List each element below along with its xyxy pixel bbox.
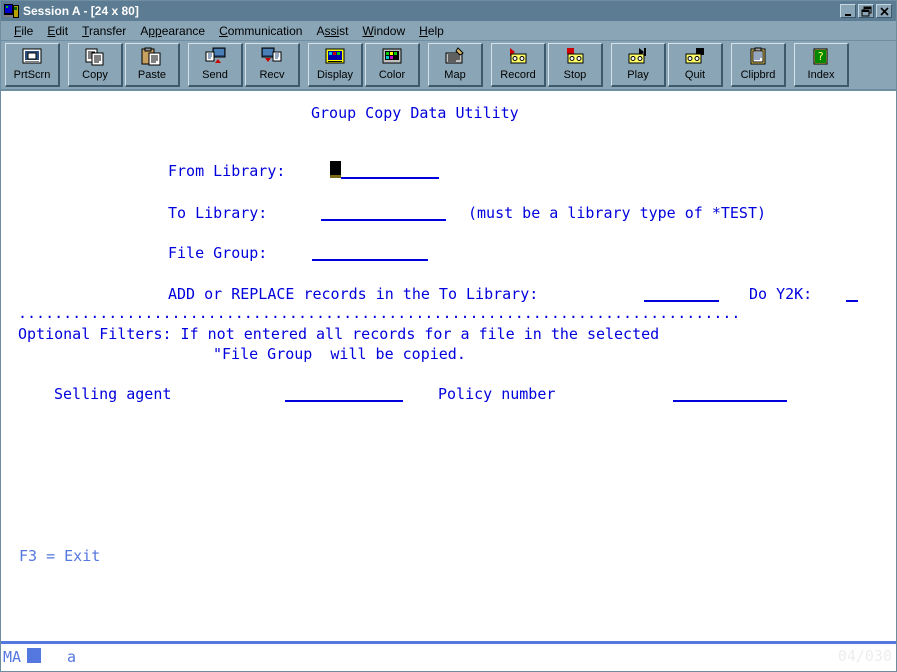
menu-bar: File Edit Transfer Appearance Communicat… bbox=[1, 21, 896, 41]
menu-item-transfer[interactable]: Transfer bbox=[75, 23, 133, 39]
display-setup-icon bbox=[324, 47, 346, 67]
policy-number-input[interactable] bbox=[673, 400, 787, 402]
separator-line: ........................................… bbox=[18, 304, 741, 322]
toolbar-button-index[interactable]: ? Index bbox=[794, 43, 849, 87]
toolbar-button-paste[interactable]: Paste bbox=[125, 43, 180, 87]
file-group-label: File Group: bbox=[168, 244, 268, 262]
toolbar-button-play[interactable]: Play bbox=[611, 43, 666, 87]
toolbar-label-copy: Copy bbox=[82, 69, 108, 81]
keyboard-map-icon bbox=[444, 47, 466, 67]
screen-title: Group Copy Data Utility bbox=[311, 104, 519, 122]
toolbar-button-recv[interactable]: Recv bbox=[245, 43, 300, 87]
window-controls bbox=[840, 4, 892, 18]
session-window: Session A - [24 x 80] File Edit Transfer… bbox=[0, 0, 897, 672]
add-replace-label: ADD or REPLACE records in the To Library… bbox=[168, 285, 539, 303]
print-screen-icon bbox=[21, 47, 43, 67]
terminal-grid: Group Copy Data Utility From Library: To… bbox=[1, 91, 896, 591]
toolbar-label-paste: Paste bbox=[137, 69, 167, 81]
toolbar-label-prtscrn: PrtScrn bbox=[13, 69, 51, 81]
toolbar-group-record: Record Stop bbox=[490, 43, 604, 87]
receive-file-icon bbox=[261, 47, 283, 67]
minimize-button[interactable] bbox=[840, 4, 856, 18]
status-mode-indicator: MA bbox=[3, 648, 22, 666]
toolbar-group-playback: Play Quit bbox=[610, 43, 724, 87]
toolbar-group-appearance: Display Color bbox=[307, 43, 421, 87]
session-icon bbox=[4, 3, 20, 19]
menu-item-window[interactable]: Window bbox=[355, 23, 412, 39]
status-input-indicator: a bbox=[67, 648, 77, 666]
toolbar-button-quit[interactable]: Quit bbox=[668, 43, 723, 87]
toolbar-button-send[interactable]: Send bbox=[188, 43, 243, 87]
menu-item-help[interactable]: Help bbox=[412, 23, 451, 39]
copy-icon bbox=[84, 47, 106, 67]
toolbar-label-map: Map bbox=[444, 69, 466, 81]
toolbar-group-print: PrtScrn bbox=[4, 43, 61, 87]
toolbar-label-quit: Quit bbox=[684, 69, 706, 81]
toolbar-label-record: Record bbox=[500, 69, 536, 81]
selling-agent-label: Selling agent bbox=[54, 385, 172, 403]
terminal-screen[interactable]: Group Copy Data Utility From Library: To… bbox=[1, 91, 896, 641]
function-key-hint: F3 = Exit bbox=[19, 547, 101, 565]
toolbar-group-map: Map bbox=[427, 43, 484, 87]
from-library-input[interactable] bbox=[341, 177, 439, 179]
quit-icon bbox=[684, 47, 706, 67]
menu-item-edit[interactable]: Edit bbox=[40, 23, 75, 39]
menu-item-communication[interactable]: Communication bbox=[212, 23, 309, 39]
index-help-icon: ? bbox=[810, 47, 832, 67]
toolbar-label-display: Display bbox=[316, 69, 354, 81]
toolbar-group-transfer: Send Recv bbox=[187, 43, 301, 87]
window-title: Session A - [24 x 80] bbox=[23, 4, 139, 18]
status-bar: MA a 04/030 bbox=[1, 641, 896, 671]
menu-item-appearance[interactable]: Appearance bbox=[133, 23, 212, 39]
toolbar-label-color: Color bbox=[378, 69, 406, 81]
toolbar-label-index: Index bbox=[807, 69, 835, 81]
to-library-note: (must be a library type of *TEST) bbox=[468, 204, 767, 222]
send-file-icon bbox=[204, 47, 226, 67]
toolbar-group-clipbrd: Clipbrd bbox=[730, 43, 787, 87]
y2k-label: Do Y2K: bbox=[749, 285, 813, 303]
menu-item-file[interactable]: File bbox=[7, 23, 40, 39]
toolbar-label-recv: Recv bbox=[259, 69, 285, 81]
toolbar: PrtScrn Copy Paste Send Recv Display Col… bbox=[1, 41, 896, 91]
play-icon bbox=[627, 47, 649, 67]
selling-agent-input[interactable] bbox=[285, 400, 403, 402]
toolbar-label-clipbrd: Clipbrd bbox=[740, 69, 776, 81]
clipboard-icon bbox=[747, 47, 769, 67]
toolbar-label-play: Play bbox=[627, 69, 649, 81]
record-icon bbox=[507, 47, 529, 67]
policy-number-label: Policy number bbox=[438, 385, 556, 403]
close-button[interactable] bbox=[876, 4, 892, 18]
color-setup-icon bbox=[381, 47, 403, 67]
toolbar-label-send: Send bbox=[202, 69, 228, 81]
toolbar-group-index: ? Index bbox=[793, 43, 850, 87]
toolbar-label-stop: Stop bbox=[563, 69, 587, 81]
toolbar-group-clipboard: Copy Paste bbox=[67, 43, 181, 87]
toolbar-button-color[interactable]: Color bbox=[365, 43, 420, 87]
terminal-cursor bbox=[330, 161, 341, 178]
file-group-input[interactable] bbox=[312, 259, 428, 261]
y2k-input[interactable] bbox=[846, 300, 858, 302]
toolbar-button-display[interactable]: Display bbox=[308, 43, 363, 87]
toolbar-button-map[interactable]: Map bbox=[428, 43, 483, 87]
toolbar-button-stop[interactable]: Stop bbox=[548, 43, 603, 87]
status-block-indicator bbox=[27, 648, 41, 663]
filters-line-1: Optional Filters: If not entered all rec… bbox=[18, 325, 660, 343]
cursor-position-indicator: 04/030 bbox=[837, 647, 892, 665]
add-replace-input[interactable] bbox=[644, 300, 719, 302]
toolbar-button-prtscrn[interactable]: PrtScrn bbox=[5, 43, 60, 87]
from-library-label: From Library: bbox=[168, 162, 286, 180]
toolbar-button-clipbrd[interactable]: Clipbrd bbox=[731, 43, 786, 87]
svg-text:?: ? bbox=[817, 50, 824, 63]
to-library-input[interactable] bbox=[321, 219, 446, 221]
toolbar-button-copy[interactable]: Copy bbox=[68, 43, 123, 87]
menu-item-assist[interactable]: Assist bbox=[309, 23, 355, 39]
stop-icon bbox=[564, 47, 586, 67]
title-bar[interactable]: Session A - [24 x 80] bbox=[1, 1, 896, 21]
paste-icon bbox=[141, 47, 163, 67]
to-library-label: To Library: bbox=[168, 204, 268, 222]
restore-button[interactable] bbox=[858, 4, 874, 18]
toolbar-button-record[interactable]: Record bbox=[491, 43, 546, 87]
filters-line-2: "File Group will be copied. bbox=[213, 345, 466, 363]
